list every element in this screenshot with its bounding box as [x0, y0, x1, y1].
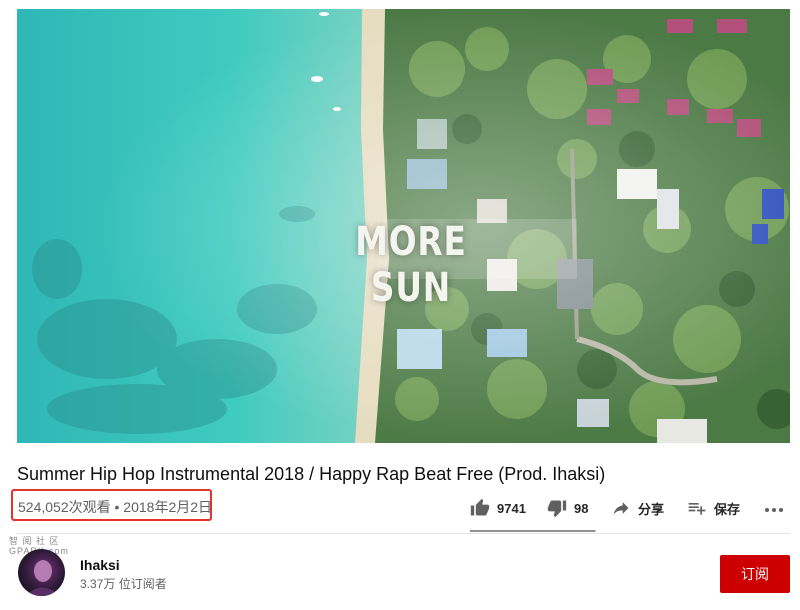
like-sentiment-fill: [470, 530, 595, 532]
subscribe-button[interactable]: 订阅: [720, 555, 790, 593]
share-label: 分享: [638, 501, 665, 517]
like-button[interactable]: 9741: [470, 495, 526, 521]
upload-date: 2018年2月2日: [123, 499, 213, 515]
divider: [17, 533, 790, 534]
more-actions-button[interactable]: [763, 495, 785, 521]
dislike-count: 98: [574, 500, 589, 516]
thumb-up-icon: [470, 498, 490, 518]
more-icon: [763, 498, 785, 518]
channel-name[interactable]: Ihaksi: [80, 557, 120, 573]
share-button[interactable]: 分享: [611, 495, 664, 521]
like-sentiment-bar: [470, 530, 596, 532]
watermark-line1: 智 阅 社 区: [9, 536, 60, 546]
like-count: 9741: [497, 500, 526, 516]
subscriber-count: 3.37万 位订阅者: [80, 577, 167, 591]
video-overlay-text: MORE SUN: [355, 219, 467, 311]
avatar-image: [26, 560, 60, 596]
channel-avatar[interactable]: [18, 549, 65, 596]
video-player[interactable]: MORE SUN: [17, 9, 790, 443]
video-title: Summer Hip Hop Instrumental 2018 / Happy…: [17, 464, 606, 484]
thumb-down-icon: [547, 498, 567, 518]
playlist-add-icon: [687, 498, 707, 518]
share-icon: [611, 498, 631, 518]
video-meta: 524,052次观看 • 2018年2月2日: [18, 497, 212, 517]
view-count: 524,052次观看: [18, 499, 111, 515]
save-button[interactable]: 保存: [687, 495, 740, 521]
dislike-button[interactable]: 98: [547, 495, 588, 521]
save-label: 保存: [714, 501, 741, 517]
